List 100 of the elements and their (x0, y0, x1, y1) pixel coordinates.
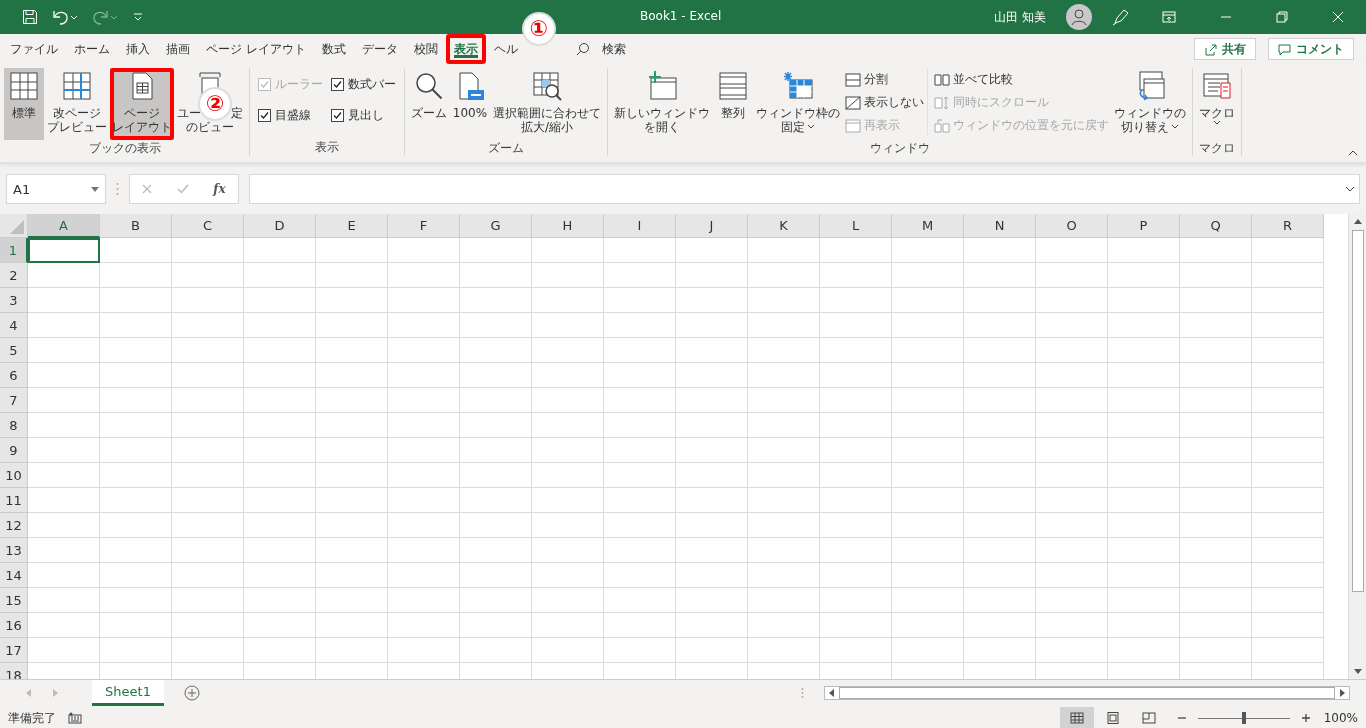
empty-cell[interactable] (748, 638, 820, 663)
empty-cell[interactable] (748, 463, 820, 488)
ribbon-tab[interactable]: データ (353, 34, 406, 64)
empty-cell[interactable] (100, 263, 172, 288)
empty-cell[interactable] (676, 263, 748, 288)
empty-cell[interactable] (532, 613, 604, 638)
empty-cell[interactable] (388, 388, 460, 413)
empty-cell[interactable] (388, 288, 460, 313)
empty-cell[interactable] (676, 413, 748, 438)
row-header[interactable]: 18 (0, 663, 28, 679)
empty-cell[interactable] (964, 563, 1036, 588)
empty-cell[interactable] (1180, 613, 1252, 638)
empty-cell[interactable] (244, 613, 316, 638)
empty-cell[interactable] (892, 438, 964, 463)
empty-cell[interactable] (676, 538, 748, 563)
empty-cell[interactable] (1180, 413, 1252, 438)
empty-cell[interactable] (892, 263, 964, 288)
empty-cell[interactable] (964, 513, 1036, 538)
empty-cell[interactable] (748, 338, 820, 363)
empty-cell[interactable] (460, 313, 532, 338)
empty-cell[interactable] (316, 363, 388, 388)
empty-cell[interactable] (1180, 488, 1252, 513)
empty-cell[interactable] (748, 588, 820, 613)
ribbon-button[interactable]: 100% (450, 68, 490, 140)
empty-cell[interactable] (100, 613, 172, 638)
empty-cell[interactable] (676, 588, 748, 613)
empty-cell[interactable] (460, 338, 532, 363)
empty-cell[interactable] (532, 463, 604, 488)
empty-cell[interactable] (316, 488, 388, 513)
empty-cell[interactable] (820, 313, 892, 338)
empty-cell[interactable] (748, 313, 820, 338)
empty-cell[interactable] (892, 463, 964, 488)
empty-cell[interactable] (748, 388, 820, 413)
empty-cell[interactable] (1252, 263, 1324, 288)
empty-cell[interactable] (1108, 513, 1180, 538)
empty-cell[interactable] (748, 288, 820, 313)
empty-cell[interactable] (1252, 338, 1324, 363)
empty-cell[interactable] (676, 388, 748, 413)
empty-cell[interactable] (892, 413, 964, 438)
empty-cell[interactable] (244, 463, 316, 488)
empty-cell[interactable] (1036, 613, 1108, 638)
column-header[interactable]: O (1036, 214, 1108, 238)
empty-cell[interactable] (244, 488, 316, 513)
row-header[interactable]: 9 (0, 438, 28, 463)
scroll-right-icon[interactable] (1339, 689, 1345, 697)
empty-cell[interactable] (1252, 638, 1324, 663)
row-header[interactable]: 13 (0, 538, 28, 563)
ribbon-button[interactable]: 新しいウィンドウ を開く (612, 68, 712, 140)
empty-cell[interactable] (964, 313, 1036, 338)
empty-cell[interactable] (604, 538, 676, 563)
empty-cell[interactable] (1180, 463, 1252, 488)
empty-cell[interactable] (604, 238, 676, 263)
empty-cell[interactable] (676, 288, 748, 313)
column-header[interactable]: K (748, 214, 820, 238)
column-header[interactable]: G (460, 214, 532, 238)
empty-cell[interactable] (316, 338, 388, 363)
empty-cell[interactable] (388, 463, 460, 488)
empty-cell[interactable] (820, 413, 892, 438)
empty-cell[interactable] (388, 613, 460, 638)
normal-view-button[interactable] (1059, 707, 1094, 728)
empty-cell[interactable] (388, 263, 460, 288)
empty-cell[interactable] (532, 363, 604, 388)
ribbon-tab[interactable]: ホーム (66, 34, 118, 64)
empty-cell[interactable] (748, 413, 820, 438)
empty-cell[interactable] (1252, 613, 1324, 638)
empty-cell[interactable] (460, 563, 532, 588)
empty-cell[interactable] (1108, 563, 1180, 588)
previous-sheet-icon[interactable] (26, 689, 32, 697)
empty-cell[interactable] (964, 238, 1036, 263)
empty-cell[interactable] (316, 313, 388, 338)
empty-cell[interactable] (820, 363, 892, 388)
collapse-ribbon-icon[interactable] (1348, 150, 1358, 156)
search-label[interactable]: 検索 (601, 40, 626, 58)
empty-cell[interactable] (244, 363, 316, 388)
empty-cell[interactable] (820, 288, 892, 313)
empty-cell[interactable] (892, 363, 964, 388)
empty-cell[interactable] (748, 363, 820, 388)
empty-cell[interactable] (460, 263, 532, 288)
empty-cell[interactable] (1036, 563, 1108, 588)
empty-cell[interactable] (1252, 538, 1324, 563)
empty-cell[interactable] (748, 513, 820, 538)
empty-cell[interactable] (244, 438, 316, 463)
empty-cell[interactable] (388, 363, 460, 388)
empty-cell[interactable] (388, 588, 460, 613)
empty-cell[interactable] (100, 363, 172, 388)
empty-cell[interactable] (172, 488, 244, 513)
empty-cell[interactable] (460, 438, 532, 463)
ribbon-button[interactable]: ウィンドウ枠の 固定 (754, 68, 842, 140)
empty-cell[interactable] (172, 238, 244, 263)
empty-cell[interactable] (172, 438, 244, 463)
empty-cell[interactable] (1036, 363, 1108, 388)
empty-cell[interactable] (1252, 313, 1324, 338)
empty-cell[interactable] (244, 513, 316, 538)
empty-cell[interactable] (460, 288, 532, 313)
empty-cell[interactable] (100, 538, 172, 563)
empty-cell[interactable] (172, 288, 244, 313)
empty-cell[interactable] (604, 438, 676, 463)
search-icon[interactable] (575, 42, 590, 56)
empty-cell[interactable] (532, 588, 604, 613)
empty-cell[interactable] (316, 463, 388, 488)
